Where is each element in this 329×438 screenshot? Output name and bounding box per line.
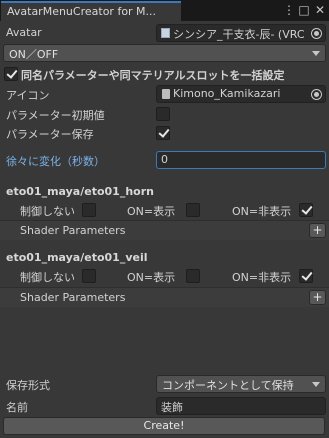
create-button[interactable]: Create! bbox=[3, 417, 325, 435]
shader-parameters-foldout[interactable]: Shader Parameters + bbox=[0, 220, 329, 240]
param-default-label: パラメーター初期値 bbox=[6, 109, 105, 122]
save-format-dropdown[interactable]: コンポーネントとして保持 bbox=[156, 375, 326, 393]
avatar-label: Avatar bbox=[6, 26, 42, 39]
param-default-checkbox[interactable] bbox=[156, 107, 170, 121]
on-show-checkbox[interactable] bbox=[186, 269, 200, 283]
uncontrolled-checkbox[interactable] bbox=[82, 203, 96, 217]
shader-parameters-foldout[interactable]: Shader Parameters + bbox=[0, 287, 329, 307]
uncontrolled-label: 制御しない bbox=[20, 271, 75, 284]
transition-value: 0 bbox=[161, 153, 168, 166]
save-format-row: 保存形式 コンポーネントとして保持 bbox=[0, 375, 329, 393]
param-saved-checkbox[interactable] bbox=[156, 126, 170, 140]
icon-label: アイコン bbox=[6, 89, 50, 102]
on-show-label: ON=表示 bbox=[127, 205, 176, 218]
window-tab[interactable]: AvatarMenuCreator for M... bbox=[1, 1, 181, 21]
shader-parameters-label: Shader Parameters bbox=[20, 291, 126, 304]
mode-value: ON／OFF bbox=[9, 48, 59, 61]
tab-bar: AvatarMenuCreator for M... ⋮ □ ✕ bbox=[0, 0, 329, 21]
batch-setting-checkbox[interactable] bbox=[4, 67, 18, 81]
name-label: 名前 bbox=[6, 401, 28, 414]
mode-dropdown[interactable]: ON／OFF bbox=[3, 44, 326, 62]
close-icon[interactable]: ✕ bbox=[313, 2, 327, 18]
avatar-row: Avatar シンシア_干支衣-辰- (VRC bbox=[0, 24, 329, 42]
on-hide-label: ON=非表示 bbox=[232, 205, 292, 218]
batch-setting-label: 同名パラメーターや同マテリアルスロットを一括設定 bbox=[21, 69, 285, 82]
batch-setting-row: 同名パラメーターや同マテリアルスロットを一括設定 bbox=[0, 65, 329, 83]
avatar-value: シンシア_干支衣-辰- (VRC bbox=[173, 28, 305, 41]
object-control-row: 制御しない ON=表示 ON=非表示 bbox=[0, 267, 329, 285]
object-control-row: 制御しない ON=表示 ON=非表示 bbox=[0, 201, 329, 219]
chevron-down-icon bbox=[312, 382, 320, 387]
icon-field[interactable]: Kimono_Kamikazari bbox=[156, 85, 326, 103]
add-shader-parameter-button[interactable]: + bbox=[309, 223, 326, 238]
on-show-label: ON=表示 bbox=[127, 271, 176, 284]
on-show-checkbox[interactable] bbox=[186, 203, 200, 217]
add-shader-parameter-button[interactable]: + bbox=[309, 290, 326, 305]
avatar-field[interactable]: シンシア_干支衣-辰- (VRC bbox=[156, 24, 326, 42]
transition-label: 徐々に変化（秒数） bbox=[6, 155, 105, 168]
name-input[interactable]: 装飾 bbox=[156, 397, 326, 415]
icon-row: アイコン Kimono_Kamikazari bbox=[0, 85, 329, 103]
object-picker-icon[interactable] bbox=[311, 28, 322, 39]
uncontrolled-checkbox[interactable] bbox=[82, 269, 96, 283]
object-path: eto01_maya/eto01_horn bbox=[6, 185, 154, 198]
shader-parameters-label: Shader Parameters bbox=[20, 224, 126, 237]
maximize-icon[interactable]: □ bbox=[297, 2, 311, 18]
on-hide-checkbox[interactable] bbox=[299, 269, 313, 283]
prefab-icon bbox=[161, 28, 170, 38]
name-row: 名前 装飾 bbox=[0, 397, 329, 415]
chevron-down-icon bbox=[312, 51, 320, 56]
param-saved-row: パラメーター保存 bbox=[0, 124, 329, 142]
name-value: 装飾 bbox=[161, 401, 183, 414]
texture-icon bbox=[162, 89, 170, 99]
uncontrolled-label: 制御しない bbox=[20, 205, 75, 218]
save-format-value: コンポーネントとして保持 bbox=[162, 379, 294, 392]
save-format-label: 保存形式 bbox=[6, 379, 50, 392]
more-options-icon[interactable]: ⋮ bbox=[282, 2, 296, 18]
param-saved-label: パラメーター保存 bbox=[6, 128, 94, 141]
object-path: eto01_maya/eto01_veil bbox=[6, 251, 148, 264]
icon-value: Kimono_Kamikazari bbox=[173, 87, 281, 100]
object-picker-icon[interactable] bbox=[311, 89, 322, 100]
on-hide-label: ON=非表示 bbox=[232, 271, 292, 284]
on-hide-checkbox[interactable] bbox=[299, 203, 313, 217]
param-default-row: パラメーター初期値 bbox=[0, 105, 329, 123]
transition-row: 徐々に変化（秒数） 0 bbox=[0, 151, 329, 169]
transition-input[interactable]: 0 bbox=[156, 151, 326, 169]
